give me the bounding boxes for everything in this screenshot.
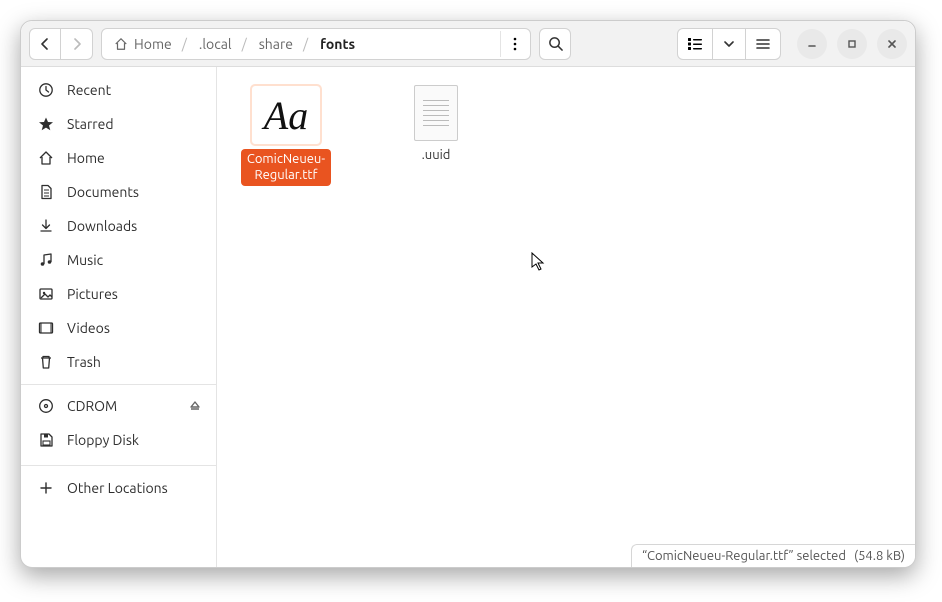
- sidebar-item-documents[interactable]: Documents: [21, 175, 216, 209]
- path-bar[interactable]: Home / .local / share / fonts: [101, 28, 531, 60]
- window-body: Recent Starred Home Documents Downloads …: [21, 67, 915, 567]
- sidebar-item-label: Music: [67, 252, 103, 268]
- sidebar-item-label: Home: [67, 150, 105, 166]
- nav-buttons: [29, 28, 93, 60]
- content-area[interactable]: Aa ComicNeueu-Regular.ttf .uuid “ComicNe…: [217, 67, 915, 567]
- view-controls: [677, 28, 781, 60]
- status-bar: “ComicNeueu-Regular.ttf” selected (54.8 …: [631, 544, 915, 567]
- status-size: (54.8 kB): [854, 549, 905, 563]
- search-icon: [548, 36, 563, 51]
- font-thumb: Aa: [251, 85, 321, 145]
- sidebar-mount-cdrom[interactable]: CDROM: [21, 389, 216, 423]
- path-segment-fonts[interactable]: fonts: [316, 36, 359, 52]
- sidebar-item-downloads[interactable]: Downloads: [21, 209, 216, 243]
- path-label: share: [259, 36, 293, 52]
- status-text: “ComicNeueu-Regular.ttf” selected: [642, 549, 846, 563]
- sidebar-item-label: Videos: [67, 320, 110, 336]
- path-label: .local: [199, 36, 232, 52]
- sidebar-item-label: Starred: [67, 116, 114, 132]
- disc-icon: [37, 398, 55, 414]
- file-item[interactable]: .uuid: [391, 85, 481, 167]
- eject-button[interactable]: [184, 395, 206, 417]
- maximize-icon: [847, 39, 857, 49]
- sidebar-item-label: CDROM: [67, 398, 117, 414]
- clock-icon: [37, 82, 55, 98]
- sidebar-item-starred[interactable]: Starred: [21, 107, 216, 141]
- kebab-icon: [513, 37, 517, 51]
- sidebar-item-pictures[interactable]: Pictures: [21, 277, 216, 311]
- sidebar: Recent Starred Home Documents Downloads …: [21, 67, 217, 567]
- eject-icon: [189, 400, 201, 412]
- path-menu-button[interactable]: [500, 31, 528, 57]
- file-label: .uuid: [418, 145, 455, 167]
- sidebar-item-trash[interactable]: Trash: [21, 345, 216, 385]
- path-segment-local[interactable]: .local /: [195, 36, 255, 52]
- sidebar-item-label: Recent: [67, 82, 111, 98]
- plus-icon: [37, 480, 55, 496]
- chevron-left-icon: [39, 38, 51, 50]
- path-segment-home[interactable]: Home /: [110, 36, 195, 52]
- path-label: Home: [134, 36, 172, 52]
- close-icon: [887, 39, 897, 49]
- file-manager-window: Home / .local / share / fonts: [20, 20, 916, 568]
- star-icon: [37, 116, 55, 132]
- text-thumb: [414, 85, 458, 141]
- window-controls: [797, 29, 907, 59]
- videos-icon: [37, 320, 55, 336]
- list-icon: [688, 38, 702, 50]
- sidebar-item-label: Pictures: [67, 286, 118, 302]
- sidebar-other-locations[interactable]: Other Locations: [21, 465, 216, 505]
- file-item[interactable]: Aa ComicNeueu-Regular.ttf: [241, 85, 331, 186]
- menu-icon: [756, 38, 770, 50]
- path-label: fonts: [320, 36, 355, 52]
- sidebar-item-recent[interactable]: Recent: [21, 73, 216, 107]
- sidebar-item-label: Other Locations: [67, 480, 168, 496]
- hamburger-menu-button[interactable]: [745, 28, 781, 60]
- back-button[interactable]: [29, 28, 61, 60]
- view-dropdown-button[interactable]: [713, 28, 745, 60]
- pictures-icon: [37, 286, 55, 302]
- header-bar: Home / .local / share / fonts: [21, 21, 915, 67]
- sidebar-item-label: Downloads: [67, 218, 137, 234]
- search-button[interactable]: [539, 28, 571, 60]
- path-segment-share[interactable]: share /: [255, 36, 316, 52]
- sidebar-item-home[interactable]: Home: [21, 141, 216, 175]
- chevron-down-icon: [724, 40, 734, 48]
- view-icons-button[interactable]: [677, 28, 713, 60]
- sidebar-item-label: Trash: [67, 354, 101, 370]
- home-icon: [114, 37, 128, 51]
- icon-view: Aa ComicNeueu-Regular.ttf .uuid: [217, 67, 915, 204]
- file-label: ComicNeueu-Regular.ttf: [241, 149, 331, 186]
- chevron-right-icon: [71, 38, 83, 50]
- sidebar-item-videos[interactable]: Videos: [21, 311, 216, 345]
- home-icon: [37, 150, 55, 166]
- sidebar-item-label: Floppy Disk: [67, 432, 139, 448]
- trash-icon: [37, 354, 55, 370]
- minimize-icon: [807, 39, 817, 49]
- sidebar-mount-floppy[interactable]: Floppy Disk: [21, 423, 216, 457]
- sidebar-item-music[interactable]: Music: [21, 243, 216, 277]
- document-icon: [37, 184, 55, 200]
- floppy-icon: [37, 432, 55, 448]
- minimize-button[interactable]: [797, 29, 827, 59]
- forward-button[interactable]: [61, 28, 93, 60]
- maximize-button[interactable]: [837, 29, 867, 59]
- music-icon: [37, 252, 55, 268]
- sidebar-item-label: Documents: [67, 184, 139, 200]
- download-icon: [37, 218, 55, 234]
- mouse-cursor: [531, 252, 547, 272]
- close-button[interactable]: [877, 29, 907, 59]
